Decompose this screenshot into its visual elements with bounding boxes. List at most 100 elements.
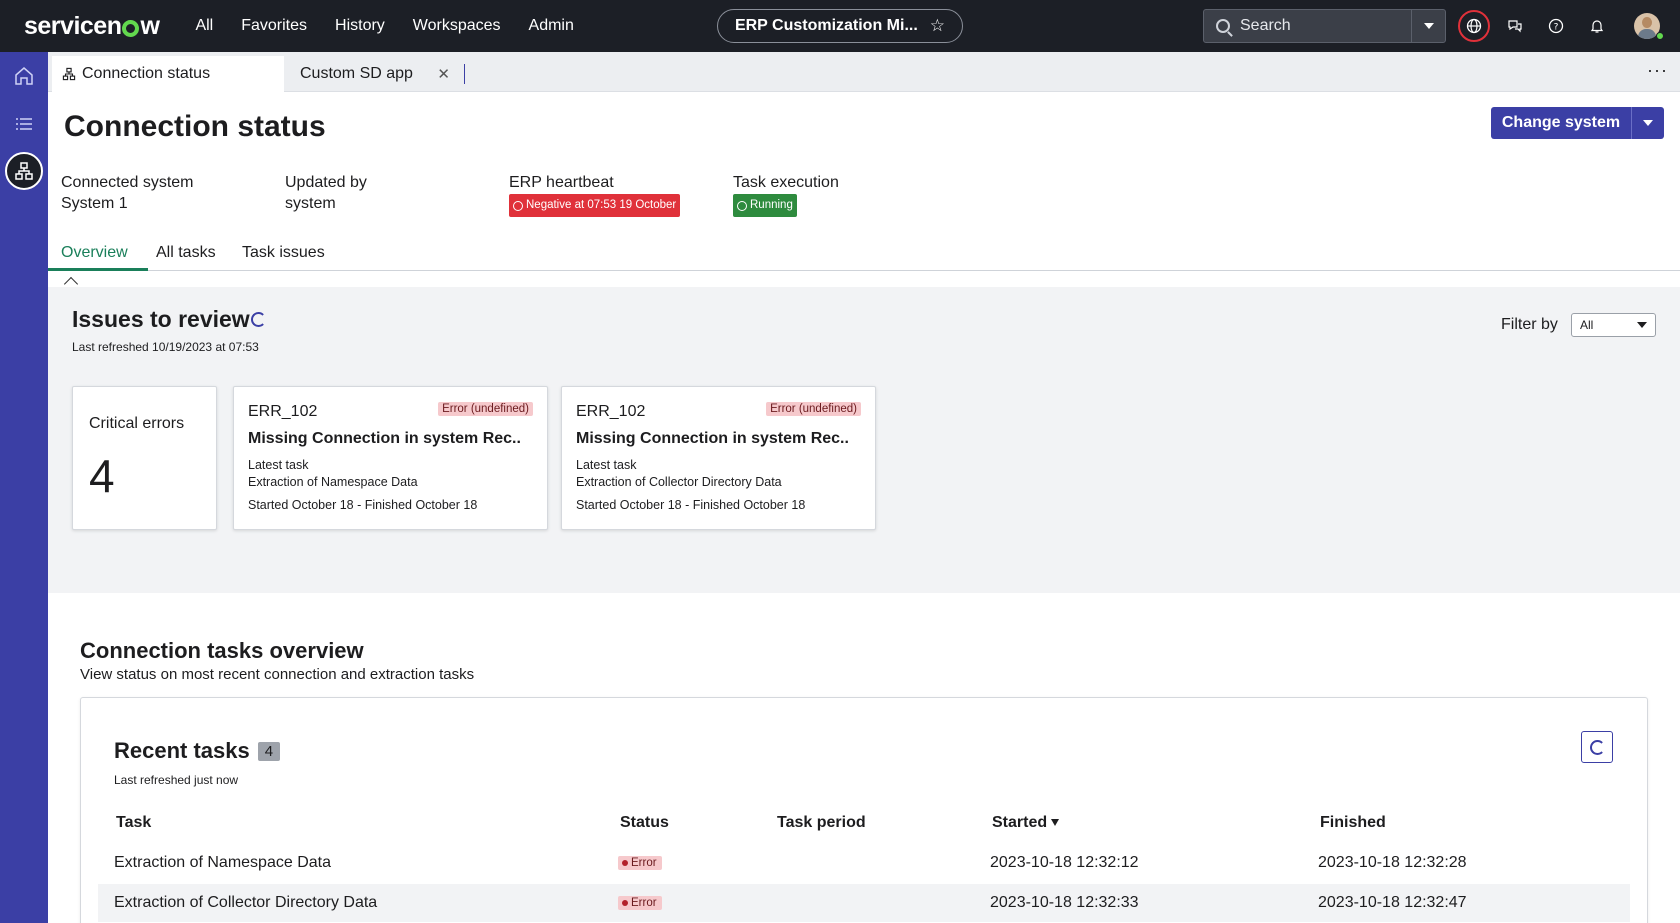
issues-title: Issues to review xyxy=(72,306,250,332)
top-bar: service n w All Favorites History Workspac… xyxy=(0,0,1680,52)
top-icons: ? xyxy=(1458,10,1660,42)
servicenow-logo[interactable]: service n w xyxy=(24,12,160,41)
meta-task-execution: Task execution Running xyxy=(733,172,839,217)
recent-tasks-title: Recent tasks xyxy=(114,738,250,763)
filter-select[interactable]: All xyxy=(1571,313,1656,337)
app-scope-pill[interactable]: ERP Customization Mi... ☆ xyxy=(717,9,963,43)
page-tabs: Overview All tasks Task issues xyxy=(48,240,1680,271)
filter-label: Filter by xyxy=(1501,316,1558,333)
nav-favorites[interactable]: Favorites xyxy=(241,17,307,35)
nav-admin[interactable]: Admin xyxy=(529,17,574,35)
nav-history[interactable]: History xyxy=(335,17,385,35)
issue-latest-task: Extraction of Collector Directory Data xyxy=(576,475,782,489)
status-badge: Error xyxy=(618,896,662,910)
side-rail xyxy=(0,52,48,923)
tab-connection-status[interactable]: Connection status xyxy=(52,56,284,92)
refresh-icon[interactable] xyxy=(251,312,266,327)
top-nav: All Favorites History Workspaces Admin xyxy=(195,17,573,35)
finished-cell: 2023-10-18 12:32:28 xyxy=(1318,854,1467,871)
close-icon[interactable]: ✕ xyxy=(437,65,450,83)
connection-hierarchy-icon[interactable] xyxy=(5,152,43,190)
column-header-started[interactable]: Started xyxy=(992,814,1060,832)
task-cell[interactable]: Extraction of Collector Directory Data xyxy=(114,894,377,912)
overview-subtitle: View status on most recent connection an… xyxy=(80,666,475,683)
started-cell: 2023-10-18 12:32:33 xyxy=(990,894,1139,911)
presence-indicator xyxy=(1656,32,1664,40)
issue-latest-task: Extraction of Namespace Data xyxy=(248,475,418,489)
meta-label: Connected system xyxy=(61,174,194,191)
issue-period: Started October 18 - Finished October 18 xyxy=(576,498,806,512)
bell-icon[interactable] xyxy=(1581,10,1613,42)
issue-period: Started October 18 - Finished October 18 xyxy=(248,498,478,512)
finished-cell: 2023-10-18 12:32:47 xyxy=(1318,894,1467,911)
home-icon[interactable] xyxy=(0,56,48,96)
tab-task-issues[interactable]: Task issues xyxy=(242,244,325,262)
badge-text: Negative at 07:53 19 October xyxy=(526,199,677,211)
workspace-tab-strip: Connection status Custom SD app ✕ ··· xyxy=(48,52,1680,92)
chevron-down-icon xyxy=(1423,23,1434,29)
recent-tasks-heading: Recent tasks 4 xyxy=(114,738,281,764)
app-scope-label: ERP Customization Mi... xyxy=(734,17,918,34)
global-search[interactable]: Search xyxy=(1203,9,1446,43)
issue-latest-label: Latest task xyxy=(248,458,309,472)
status-text: Error xyxy=(631,897,657,909)
globe-icon[interactable] xyxy=(1458,10,1490,42)
overview-title: Connection tasks overview xyxy=(80,638,364,663)
heartbeat-status-badge: Negative at 07:53 19 October xyxy=(509,194,681,217)
tab-divider xyxy=(464,64,465,84)
refresh-icon xyxy=(1589,739,1605,755)
search-scope-dropdown[interactable] xyxy=(1411,10,1445,42)
issue-code: ERR_102 xyxy=(248,403,318,420)
issue-badge: Error (undefined) xyxy=(766,402,861,416)
column-header-finished[interactable]: Finished xyxy=(1320,814,1386,832)
alert-icon xyxy=(513,200,523,211)
issue-card[interactable]: ERR_102 Error (undefined) Missing Connec… xyxy=(233,386,548,530)
search-input[interactable]: Search xyxy=(1240,17,1291,35)
column-header-task-period[interactable]: Task period xyxy=(777,814,866,832)
issues-last-refreshed: Last refreshed 10/19/2023 at 07:53 xyxy=(72,340,259,354)
critical-errors-count: 4 xyxy=(89,450,115,502)
execution-status-badge: Running xyxy=(733,194,797,217)
meta-label: Updated by xyxy=(285,174,367,191)
more-options-icon[interactable]: ··· xyxy=(1647,60,1668,81)
tab-label: Custom SD app xyxy=(300,65,413,82)
issue-title: Missing Connection in system Rec.. xyxy=(576,430,849,447)
badge-text: Running xyxy=(750,199,793,211)
meta-updated-by: Updated by system xyxy=(285,172,367,214)
change-system-label: Change system xyxy=(1501,114,1621,131)
issue-title: Missing Connection in system Rec.. xyxy=(248,430,521,447)
active-tab-indicator xyxy=(48,268,148,271)
started-cell: 2023-10-18 12:32:12 xyxy=(990,854,1139,871)
star-icon[interactable]: ☆ xyxy=(930,16,945,36)
tab-custom-sd-app[interactable]: Custom SD app ✕ xyxy=(298,56,458,92)
column-header-label: Started xyxy=(992,814,1048,831)
hierarchy-icon xyxy=(62,67,76,81)
task-cell[interactable]: Extraction of Namespace Data xyxy=(114,854,331,872)
tab-all-tasks[interactable]: All tasks xyxy=(156,244,216,262)
error-dot-icon xyxy=(622,900,628,906)
critical-errors-card[interactable]: Critical errors 4 xyxy=(72,386,217,530)
issue-card[interactable]: ERR_102 Error (undefined) Missing Connec… xyxy=(561,386,876,530)
list-icon[interactable] xyxy=(0,104,48,144)
change-system-button[interactable]: Change system xyxy=(1491,107,1664,139)
svg-text:?: ? xyxy=(1554,23,1559,33)
page-title: Connection status xyxy=(64,110,326,143)
meta-label: ERP heartbeat xyxy=(509,174,614,191)
column-header-task[interactable]: Task xyxy=(116,814,151,832)
column-header-status[interactable]: Status xyxy=(620,814,669,832)
tab-overview[interactable]: Overview xyxy=(61,244,128,262)
meta-label: Task execution xyxy=(733,174,839,191)
chat-icon[interactable] xyxy=(1499,10,1531,42)
issue-code: ERR_102 xyxy=(576,403,646,420)
help-icon[interactable]: ? xyxy=(1540,10,1572,42)
change-system-dropdown[interactable] xyxy=(1631,107,1664,139)
refresh-button[interactable] xyxy=(1581,731,1613,763)
nav-workspaces[interactable]: Workspaces xyxy=(413,17,501,35)
chevron-down-icon xyxy=(1637,322,1647,328)
error-dot-icon xyxy=(622,860,628,866)
meta-erp-heartbeat: ERP heartbeat Negative at 07:53 19 Octob… xyxy=(509,172,681,217)
recent-tasks-count: 4 xyxy=(257,741,281,761)
sort-icon[interactable] xyxy=(1051,819,1060,827)
nav-all[interactable]: All xyxy=(195,17,213,35)
search-icon xyxy=(1216,19,1230,33)
